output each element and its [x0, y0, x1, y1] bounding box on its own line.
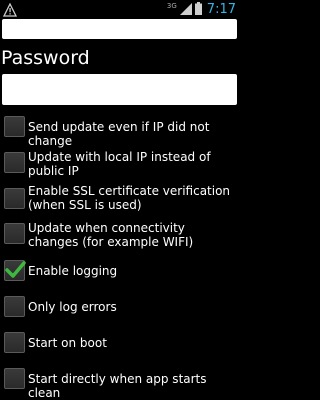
option-label: Start directly when app starts clean: [28, 372, 207, 400]
checkbox[interactable]: [4, 296, 25, 317]
signal-strength-icon: [179, 0, 192, 19]
password-label: Password: [1, 47, 90, 69]
checkbox[interactable]: [4, 368, 25, 389]
option-send-update-always[interactable]: Send update even if IP did not change: [0, 116, 240, 148]
settings-form: Password Send update even if IP did not …: [0, 19, 240, 400]
checkmark-icon: [5, 261, 26, 278]
option-start-directly[interactable]: Start directly when app starts clean: [0, 368, 240, 400]
option-label: Update with local IP instead of public I…: [28, 150, 211, 178]
checkbox[interactable]: [4, 188, 25, 209]
checkbox-checked[interactable]: [4, 260, 26, 281]
status-bar: 3G 7:17: [0, 0, 240, 19]
option-start-on-boot[interactable]: Start on boot: [0, 332, 240, 353]
option-only-log-errors[interactable]: Only log errors: [0, 296, 240, 317]
option-ssl-verification[interactable]: Enable SSL certificate verification (whe…: [0, 184, 240, 214]
status-clock: 7:17: [206, 2, 236, 17]
network-type-label: 3G: [166, 1, 177, 10]
option-label: Enable SSL certificate verification (whe…: [28, 184, 231, 212]
option-label: Update when connectivity changes (for ex…: [28, 221, 194, 249]
option-label: Start on boot: [28, 336, 107, 350]
warning-triangle-icon: [2, 2, 18, 17]
hostname-field[interactable]: [2, 19, 237, 39]
option-connectivity-changes[interactable]: Update when connectivity changes (for ex…: [0, 221, 240, 251]
battery-icon: [194, 0, 202, 19]
option-use-local-ip[interactable]: Update with local IP instead of public I…: [0, 150, 240, 180]
checkbox[interactable]: [4, 116, 25, 137]
option-label: Send update even if IP did not change: [28, 120, 210, 148]
checkbox[interactable]: [4, 223, 25, 244]
password-field[interactable]: [2, 74, 237, 105]
option-enable-logging[interactable]: Enable logging: [0, 260, 240, 281]
checkbox[interactable]: [4, 152, 25, 173]
checkbox[interactable]: [4, 332, 25, 353]
option-label: Only log errors: [28, 300, 117, 314]
option-label: Enable logging: [28, 264, 118, 278]
